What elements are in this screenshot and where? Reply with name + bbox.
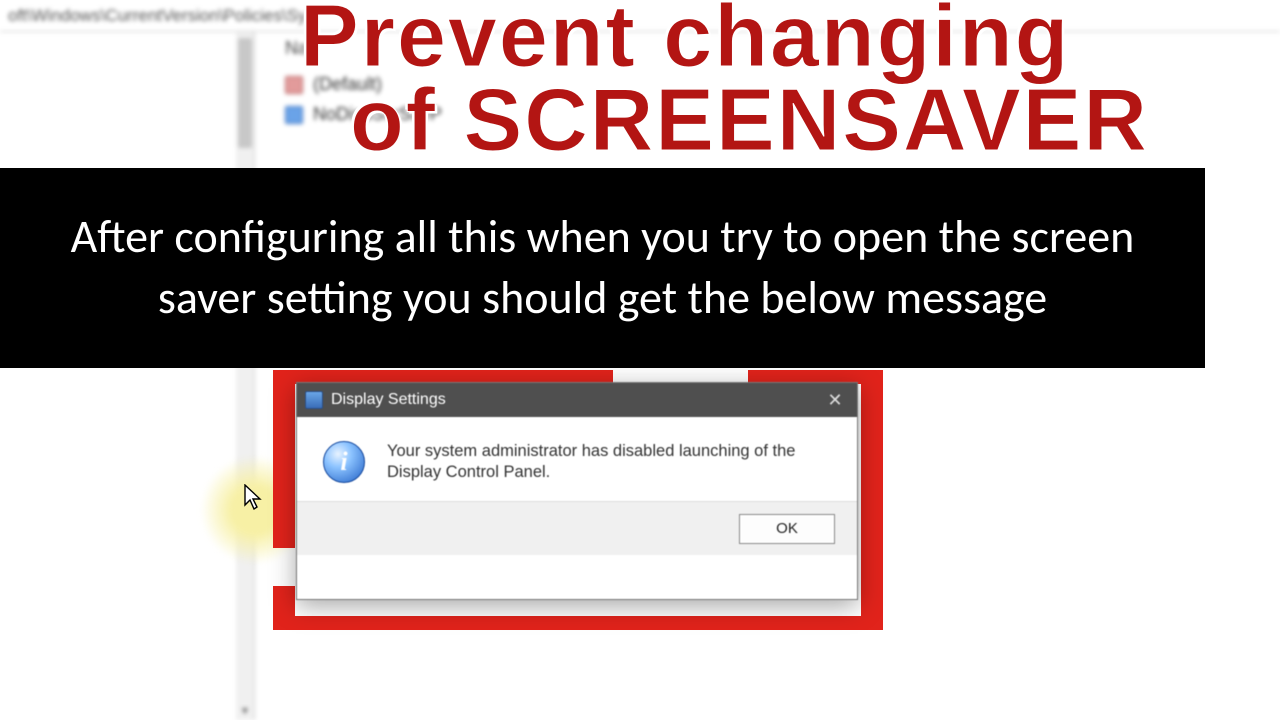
cursor-highlight bbox=[200, 455, 310, 565]
column-header-name[interactable]: Na bbox=[285, 32, 308, 65]
message-box-titlebar[interactable]: Display Settings ✕ bbox=[297, 383, 857, 417]
scrollbar-track[interactable]: ▲ ▼ bbox=[236, 32, 254, 720]
message-box-text: Your system administrator has disabled l… bbox=[387, 441, 807, 483]
reg-dword-icon bbox=[285, 106, 303, 124]
app-icon bbox=[305, 391, 323, 409]
ok-button[interactable]: OK bbox=[739, 514, 835, 544]
close-button[interactable]: ✕ bbox=[813, 383, 857, 417]
registry-row[interactable]: NoDispScrSavP bbox=[285, 104, 442, 125]
registry-tree-pane[interactable]: ▲ ▼ bbox=[0, 32, 255, 720]
registry-row[interactable]: (Default) bbox=[285, 74, 382, 95]
registry-address-bar[interactable]: oft\Windows\CurrentVersion\Policies\Sy bbox=[0, 0, 1280, 32]
message-box-footer: OK bbox=[297, 501, 857, 555]
scroll-down-arrow[interactable]: ▼ bbox=[236, 702, 254, 720]
info-icon bbox=[323, 441, 365, 483]
tutorial-caption: After configuring all this when you try … bbox=[0, 168, 1205, 368]
registry-value-name: (Default) bbox=[313, 74, 382, 95]
message-box-body: Your system administrator has disabled l… bbox=[297, 417, 857, 501]
message-box-title: Display Settings bbox=[331, 391, 446, 409]
registry-value-name: NoDispScrSavP bbox=[313, 104, 442, 125]
reg-string-icon bbox=[285, 76, 303, 94]
registry-value-pane[interactable]: Na (Default) NoDispScrSavP bbox=[255, 32, 1280, 720]
scrollbar-thumb[interactable] bbox=[238, 38, 252, 148]
message-box: Display Settings ✕ Your system administr… bbox=[296, 382, 858, 600]
